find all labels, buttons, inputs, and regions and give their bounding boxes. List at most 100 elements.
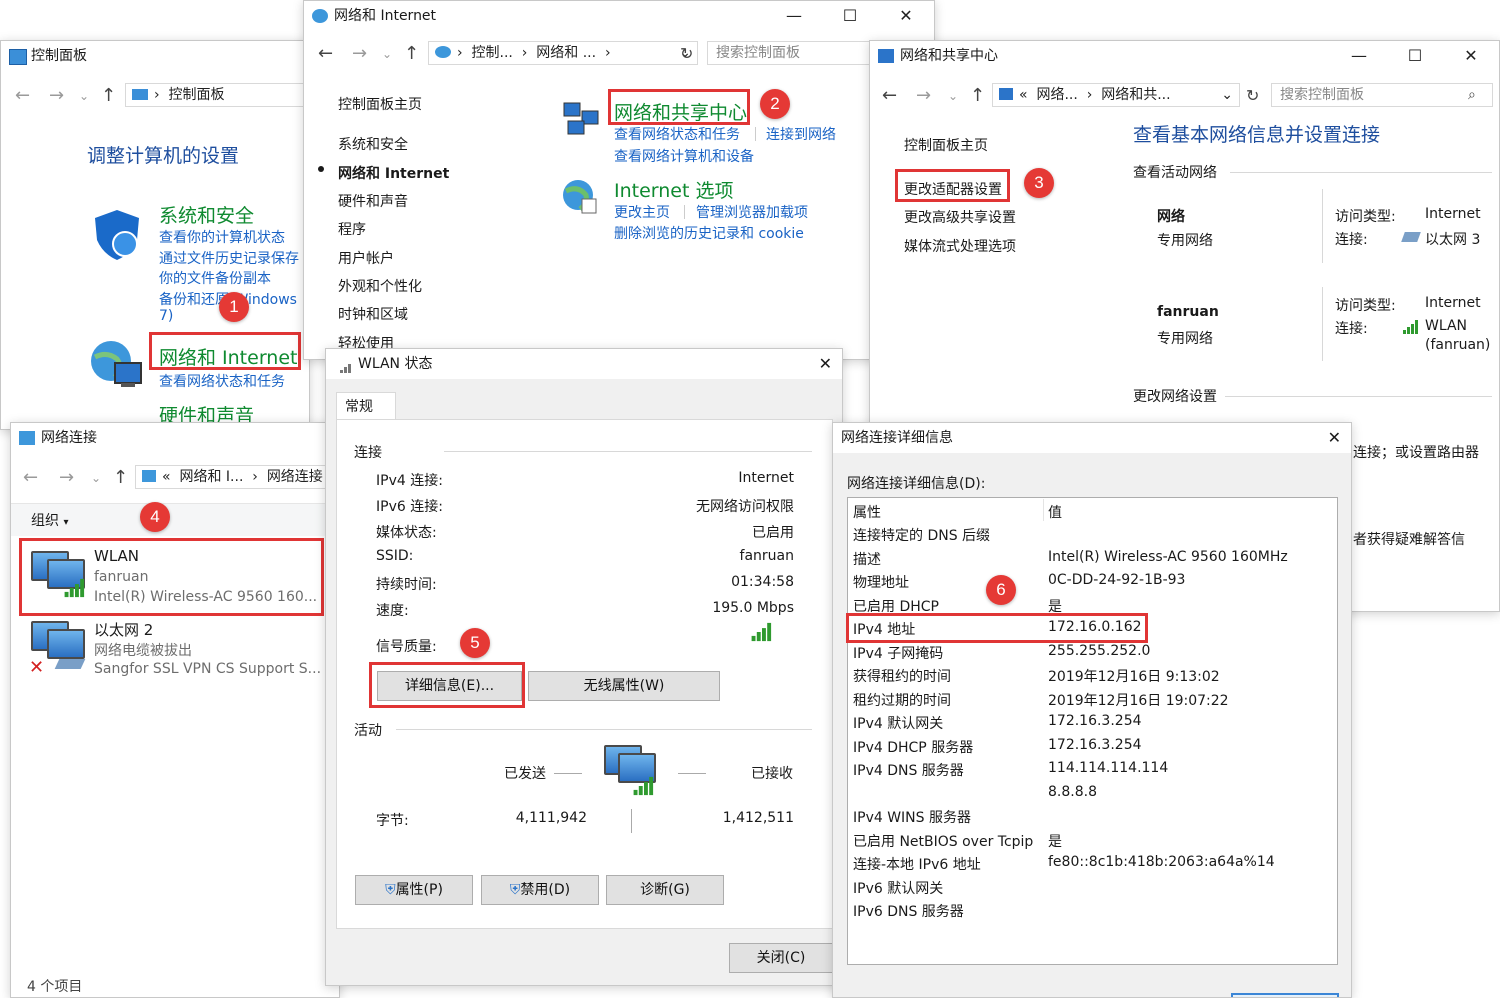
close-icon[interactable]: ✕ bbox=[819, 349, 832, 379]
sidebar-item-clock[interactable]: 时钟和区域 bbox=[338, 304, 408, 324]
sidebar-item-security[interactable]: 系统和安全 bbox=[338, 134, 408, 154]
sidebar-item-home[interactable]: 控制面板主页 bbox=[904, 135, 988, 155]
address-bar[interactable]: › 控制面板 bbox=[125, 83, 309, 107]
sidebar-item-advanced-sharing[interactable]: 更改高级共享设置 bbox=[904, 207, 1016, 227]
chevron-down-icon[interactable]: ⌄ bbox=[382, 47, 392, 61]
refresh-icon[interactable]: ↻ bbox=[1246, 86, 1259, 105]
link-network-status[interactable]: 查看网络状态和任务 bbox=[159, 371, 285, 391]
address-bar[interactable]: « 网络... › 网络和共... ⌄ bbox=[992, 83, 1240, 107]
link-view-network-status[interactable]: 查看网络状态和任务 bbox=[614, 124, 740, 144]
breadcrumb-item[interactable]: 控制... bbox=[472, 45, 513, 61]
chevron-down-icon[interactable]: ⌄ bbox=[948, 89, 958, 103]
close-icon[interactable]: ✕ bbox=[1328, 423, 1341, 453]
close-button[interactable]: 关闭(C) bbox=[729, 943, 833, 973]
up-arrow-icon[interactable]: ↑ bbox=[970, 85, 985, 106]
sidebar-item-hardware[interactable]: 硬件和声音 bbox=[338, 191, 408, 211]
refresh-icon[interactable]: ↻ bbox=[680, 44, 693, 63]
link-view-computers[interactable]: 查看网络计算机和设备 bbox=[614, 146, 754, 166]
link-connect-network[interactable]: 连接到网络 bbox=[766, 124, 836, 144]
forward-arrow-icon[interactable]: → bbox=[59, 467, 74, 488]
row-value: 01:34:58 bbox=[731, 574, 794, 590]
category-title-internet-options[interactable]: Internet 选项 bbox=[614, 176, 733, 203]
connection-link-wlan[interactable]: WLAN bbox=[1425, 318, 1467, 334]
window-title: 网络和共享中心 bbox=[900, 48, 998, 64]
minimize-icon[interactable]: — bbox=[766, 1, 822, 31]
table-row: 获得租约的时间 2019年12月16日 9:13:02 bbox=[853, 666, 1220, 686]
close-button-partial[interactable] bbox=[1231, 993, 1339, 997]
column-header-value[interactable]: 值 bbox=[1048, 502, 1062, 522]
row-property: 物理地址 bbox=[853, 575, 909, 591]
connection-link-wlan-ssid[interactable]: (fanruan) bbox=[1425, 337, 1490, 353]
access-type-value: Internet bbox=[1425, 206, 1481, 222]
bytes-received: 1,412,511 bbox=[722, 810, 794, 826]
sidebar-item-appearance[interactable]: 外观和个性化 bbox=[338, 276, 422, 296]
forward-arrow-icon[interactable]: → bbox=[916, 85, 931, 106]
breadcrumb-item[interactable]: 网络和 I... bbox=[179, 469, 243, 485]
link-file-history[interactable]: 通过文件历史记录保存 bbox=[159, 248, 299, 268]
connection-link-ethernet[interactable]: 以太网 3 bbox=[1425, 229, 1480, 249]
maximize-icon[interactable]: ☐ bbox=[822, 1, 878, 31]
organize-button[interactable]: 组织 ▾ bbox=[31, 510, 68, 530]
link-backup-restore-cont[interactable]: 7) bbox=[159, 308, 173, 324]
disable-button[interactable]: ⛨禁用(D) bbox=[481, 875, 599, 905]
column-header-property[interactable]: 属性 bbox=[853, 502, 881, 522]
sidebar-item-accounts[interactable]: 用户帐户 bbox=[338, 248, 394, 268]
chevron-down-icon[interactable]: ⌄ bbox=[1221, 84, 1233, 106]
tab-general-label: 常规 bbox=[345, 399, 373, 415]
maximize-icon[interactable]: ☐ bbox=[1387, 41, 1443, 71]
back-arrow-icon[interactable]: ← bbox=[23, 467, 38, 488]
close-icon[interactable]: ✕ bbox=[878, 1, 934, 31]
sidebar-item-media-streaming[interactable]: 媒体流式处理选项 bbox=[904, 236, 1016, 256]
breadcrumb-item[interactable]: 控制面板 bbox=[169, 87, 225, 103]
back-arrow-icon[interactable]: ← bbox=[318, 43, 333, 64]
properties-button[interactable]: ⛨属性(P) bbox=[355, 875, 473, 905]
sidebar-item-network[interactable]: 网络和 Internet bbox=[338, 163, 449, 183]
link-change-homepage[interactable]: 更改主页 bbox=[614, 202, 670, 222]
link-delete-history[interactable]: 删除浏览的历史记录和 cookie bbox=[614, 223, 804, 243]
breadcrumb-item[interactable]: 网络... bbox=[1036, 87, 1077, 103]
link-backup-copy[interactable]: 你的文件备份副本 bbox=[159, 268, 271, 288]
back-arrow-icon[interactable]: ← bbox=[882, 85, 897, 106]
diagnose-button[interactable]: 诊断(G) bbox=[606, 875, 724, 905]
access-type-value: Internet bbox=[1425, 295, 1481, 311]
chevron-down-icon[interactable]: ⌄ bbox=[91, 471, 101, 485]
adapter-device: Sangfor SSL VPN CS Support S... bbox=[94, 661, 322, 677]
up-arrow-icon[interactable]: ↑ bbox=[404, 43, 419, 64]
table-row: IPv4 DHCP 服务器 172.16.3.254 bbox=[853, 737, 1142, 757]
forward-arrow-icon[interactable]: → bbox=[49, 85, 64, 106]
row-value: Intel(R) Wireless-AC 9560 160MHz bbox=[1048, 548, 1288, 565]
step-marker-4: 4 bbox=[140, 502, 170, 532]
row-label: IPv6 连接: bbox=[376, 499, 443, 515]
address-bar[interactable]: › 控制... › 网络和 ... › ⌄ bbox=[428, 41, 698, 65]
page-heading: 查看基本网络信息并设置连接 bbox=[1133, 124, 1381, 146]
link-manage-addons[interactable]: 管理浏览器加载项 bbox=[696, 202, 808, 222]
address-bar[interactable]: « 网络和 I... › 网络连接 bbox=[135, 465, 335, 489]
sidebar-item-programs[interactable]: 程序 bbox=[338, 219, 366, 239]
minimize-icon[interactable]: — bbox=[1331, 41, 1387, 71]
title-bar: 控制面板 bbox=[1, 41, 309, 71]
tab-general[interactable]: 常规 bbox=[336, 392, 396, 420]
current-item-bullet bbox=[318, 166, 324, 172]
sidebar-item-home[interactable]: 控制面板主页 bbox=[338, 94, 422, 114]
breadcrumb-item[interactable]: 网络连接 bbox=[267, 469, 323, 485]
close-icon[interactable]: ✕ bbox=[1443, 41, 1499, 71]
up-arrow-icon[interactable]: ↑ bbox=[101, 85, 116, 106]
row-value: 0C-DD-24-92-1B-93 bbox=[1048, 572, 1186, 588]
back-arrow-icon[interactable]: ← bbox=[15, 85, 30, 106]
adapter-name[interactable]: 以太网 2 bbox=[94, 619, 153, 640]
breadcrumb-item[interactable]: 网络和共... bbox=[1101, 87, 1170, 103]
wifi-signal-icon bbox=[633, 776, 655, 796]
table-row: 描述 Intel(R) Wireless-AC 9560 160MHz bbox=[853, 549, 1288, 569]
forward-arrow-icon[interactable]: → bbox=[352, 43, 367, 64]
link-check-status[interactable]: 查看你的计算机状态 bbox=[159, 227, 285, 247]
breadcrumb-item[interactable]: 网络和 ... bbox=[536, 45, 596, 61]
category-title-security[interactable]: 系统和安全 bbox=[159, 201, 254, 228]
row-label: SSID: bbox=[376, 548, 414, 564]
up-arrow-icon[interactable]: ↑ bbox=[113, 467, 128, 488]
chevron-down-icon[interactable]: ⌄ bbox=[79, 89, 89, 103]
search-input[interactable]: 搜索控制面板 bbox=[1271, 83, 1493, 107]
network-name: fanruan bbox=[1157, 304, 1219, 320]
section-active-networks: 查看活动网络 bbox=[1133, 165, 1217, 181]
wireless-properties-button[interactable]: 无线属性(W) bbox=[528, 671, 720, 701]
bytes-sent: 4,111,942 bbox=[515, 810, 587, 826]
